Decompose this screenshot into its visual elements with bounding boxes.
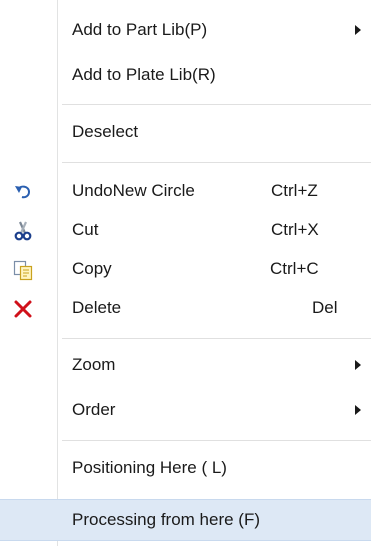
menu-item-deselect[interactable]: Deselect [0, 114, 371, 152]
menu-item-label: Add to Part Lib(P) [72, 20, 208, 39]
menu-item-label: Add to Plate Lib(R) [72, 65, 216, 84]
submenu-arrow-icon [355, 25, 361, 35]
menu-item-delete[interactable]: Delete Del [0, 290, 371, 328]
menu-item-positioning-here[interactable]: Positioning Here ( L) [0, 450, 371, 488]
menu-item-label: UndoNew Circle [72, 181, 195, 200]
menu-item-order[interactable]: Order [0, 392, 371, 430]
submenu-arrow-icon [355, 405, 361, 415]
menu-item-copy[interactable]: Copy Ctrl+C [0, 251, 371, 289]
delete-icon [14, 300, 32, 318]
menu-item-label: Copy [72, 259, 112, 278]
submenu-arrow-icon [355, 360, 361, 370]
menu-separator [62, 440, 371, 441]
menu-item-label: Delete [72, 298, 122, 317]
menu-item-label: Order [72, 400, 116, 419]
undo-icon [15, 185, 31, 199]
shortcut-label: Ctrl+X [271, 220, 319, 239]
menu-separator [62, 104, 371, 105]
shortcut-label: Del [312, 298, 338, 317]
menu-item-processing-from-here[interactable]: Processing from here (F) [0, 499, 371, 541]
copy-icon [13, 260, 33, 281]
shortcut-label: Ctrl+Z [271, 181, 318, 200]
menu-item-label: Deselect [72, 122, 139, 141]
menu-item-label: Processing from here (F) [72, 510, 260, 529]
shortcut-label: Ctrl+C [270, 259, 319, 278]
menu-item-undo[interactable]: UndoNew Circle Ctrl+Z [0, 173, 371, 211]
menu-item-label: Positioning Here ( L) [72, 458, 227, 477]
menu-item-add-to-plate-lib[interactable]: Add to Plate Lib(R) [0, 57, 371, 95]
menu-item-add-to-part-lib[interactable]: Add to Part Lib(P) [0, 12, 371, 50]
menu-separator [62, 338, 371, 339]
menu-separator [62, 162, 371, 163]
menu-item-label: Cut [72, 220, 99, 239]
menu-item-cut[interactable]: Cut Ctrl+X [0, 212, 371, 250]
menu-item-label: Zoom [72, 355, 116, 374]
context-menu: Add to Part Lib(P) Add to Plate Lib(R) D… [0, 0, 371, 546]
menu-item-zoom[interactable]: Zoom [0, 347, 371, 385]
cut-icon [14, 221, 32, 241]
